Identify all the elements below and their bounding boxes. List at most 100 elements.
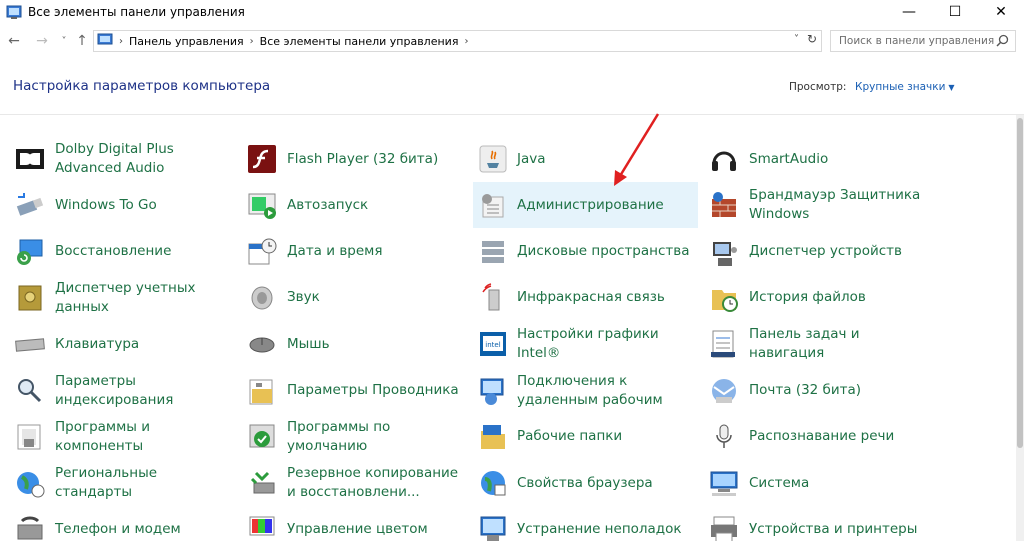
keyboard-icon — [14, 328, 46, 360]
control-panel-item-label: Диспетчер устройств — [749, 243, 903, 260]
dropdown-arrow-icon[interactable]: ▼ — [948, 83, 954, 92]
control-panel-item[interactable]: Клавиатура — [0, 321, 230, 367]
control-panel-item[interactable]: Windows To Go — [0, 182, 230, 228]
control-panel-item[interactable]: Диспетчер учетных данных — [0, 275, 230, 321]
indexing-icon — [14, 375, 46, 407]
microphone-icon — [708, 421, 740, 453]
address-row: ← → ˅ ↑ › Панель управления › Все элемен… — [0, 28, 1024, 54]
control-panel-item[interactable]: Устранение неполадок — [473, 506, 698, 541]
page-title: Настройка параметров компьютера — [13, 78, 271, 94]
control-panel-item[interactable]: Система — [694, 460, 924, 506]
view-mode-dropdown[interactable]: Крупные значки ▼ — [855, 81, 955, 93]
control-panel-item-label: Свойства браузера — [517, 474, 653, 491]
control-panel-item[interactable]: Java — [473, 136, 698, 182]
control-panel-item[interactable]: Программы по умолчанию — [232, 414, 462, 460]
control-panel-item-label: Дата и время — [287, 243, 383, 260]
control-panel-item[interactable]: Подключения к удаленным рабочим — [473, 368, 698, 414]
control-panel-item[interactable]: Управление цветом — [232, 506, 462, 541]
forward-button[interactable]: → — [32, 30, 52, 52]
troubleshooting-icon — [477, 513, 509, 541]
control-panel-item[interactable]: Региональные стандарты — [0, 460, 230, 506]
address-dropdown-icon[interactable]: ˅ — [794, 34, 799, 45]
control-panel-item-label: Программы по умолчанию — [287, 418, 391, 454]
folder-options-icon — [246, 375, 278, 407]
control-panel-item[interactable]: Параметры Проводника — [232, 368, 462, 414]
up-button[interactable]: ↑ — [72, 30, 92, 52]
control-panel-item[interactable]: Диспетчер устройств — [694, 229, 924, 275]
default-programs-icon — [246, 421, 278, 453]
control-panel-item-label: Рабочие папки — [517, 428, 623, 445]
breadcrumb-separator[interactable]: › — [464, 36, 468, 47]
control-panel-item[interactable]: Дисковые пространства — [473, 229, 698, 275]
printer-icon — [708, 513, 740, 541]
control-panel-item[interactable]: Рабочие папки — [473, 414, 698, 460]
control-panel-item-label: Программы и компоненты — [55, 418, 151, 454]
control-panel-item[interactable]: Параметры индексирования — [0, 368, 230, 414]
control-panel-item-label: Региональные стандарты — [55, 465, 158, 501]
search-input[interactable] — [839, 35, 999, 47]
control-panel-item-label: Устранение неполадок — [517, 520, 682, 537]
control-panel-item[interactable]: Распознавание речи — [694, 414, 924, 460]
control-panel-item[interactable]: Звук — [232, 275, 462, 321]
taskbar-icon — [708, 328, 740, 360]
control-panel-item-label: Панель задач и навигация — [749, 326, 860, 362]
scrollbar-thumb[interactable] — [1017, 118, 1023, 448]
admin-tools-icon — [477, 189, 509, 221]
view-label: Просмотр: — [789, 81, 847, 93]
breadcrumb-separator[interactable]: › — [119, 36, 123, 47]
address-bar[interactable]: › Панель управления › Все элементы панел… — [93, 30, 822, 52]
back-button[interactable]: ← — [4, 30, 24, 52]
control-panel-item[interactable]: Почта (32 бита) — [694, 368, 924, 414]
search-box[interactable] — [830, 30, 1016, 52]
breadcrumb-separator[interactable]: › — [250, 36, 254, 47]
control-panel-item-label: Клавиатура — [55, 335, 140, 352]
title-bar: Все элементы панели управления — ☐ ✕ — [0, 0, 1024, 24]
control-panel-item[interactable]: Автозапуск — [232, 182, 462, 228]
search-icon[interactable] — [996, 34, 1009, 50]
control-panel-item[interactable]: Администрирование — [473, 182, 698, 229]
intel-graphics-icon: intel — [477, 328, 509, 360]
speaker-icon — [246, 282, 278, 314]
control-panel-item[interactable]: intel Настройки графики Intel® — [473, 321, 698, 367]
control-panel-item-label: Инфракрасная связь — [517, 289, 665, 306]
control-panel-item[interactable]: Свойства браузера — [473, 460, 698, 506]
control-panel-item[interactable]: Резервное копирование и восстановлени... — [232, 460, 462, 506]
globe-clock-icon — [14, 467, 46, 499]
control-panel-item[interactable]: Мышь — [232, 321, 462, 367]
control-panel-item-label: Телефон и модем — [55, 520, 181, 537]
control-panel-item-label: Управление цветом — [287, 520, 428, 537]
control-panel-item-label: Устройства и принтеры — [749, 520, 918, 537]
control-panel-item-label: Подключения к удаленным рабочим — [517, 372, 663, 408]
control-panel-item-label: Диспетчер учетных данных — [55, 279, 196, 315]
control-panel-item[interactable]: Инфракрасная связь — [473, 275, 698, 321]
control-panel-item[interactable]: SmartAudio — [694, 136, 924, 182]
control-panel-item-label: История файлов — [749, 289, 866, 306]
view-mode-value[interactable]: Крупные значки — [855, 81, 945, 93]
control-panel-item[interactable]: Dolby Digital Plus Advanced Audio — [0, 136, 230, 182]
firewall-icon — [708, 189, 740, 221]
minimize-button[interactable]: — — [886, 0, 932, 24]
control-panel-item[interactable]: Восстановление — [0, 229, 230, 275]
breadcrumb-control-panel[interactable]: Панель управления — [129, 35, 244, 48]
phone-modem-icon — [14, 513, 46, 541]
control-panel-item-label: Администрирование — [517, 196, 664, 213]
dolby-icon — [14, 143, 46, 175]
infrared-icon — [477, 282, 509, 314]
control-panel-item[interactable]: Устройства и принтеры — [694, 506, 924, 541]
storage-spaces-icon — [477, 236, 509, 268]
header-row: Настройка параметров компьютера Просмотр… — [0, 74, 1024, 100]
control-panel-item[interactable]: Программы и компоненты — [0, 414, 230, 460]
control-panel-item[interactable]: Панель задач и навигация — [694, 321, 924, 367]
control-panel-item-label: SmartAudio — [749, 150, 829, 167]
control-panel-item[interactable]: Flash Player (32 бита) — [232, 136, 462, 182]
refresh-icon[interactable]: ↻ — [807, 32, 817, 46]
recent-locations-button[interactable]: ˅ — [54, 30, 74, 52]
control-panel-item[interactable]: Дата и время — [232, 229, 462, 275]
maximize-button[interactable]: ☐ — [932, 0, 978, 24]
close-button[interactable]: ✕ — [978, 0, 1024, 24]
control-panel-item[interactable]: История файлов — [694, 275, 924, 321]
control-panel-item[interactable]: Телефон и модем — [0, 506, 230, 541]
breadcrumb-all-items[interactable]: Все элементы панели управления — [260, 35, 459, 48]
control-panel-item[interactable]: Брандмауэр Защитника Windows — [694, 182, 924, 228]
control-panel-icon — [6, 4, 22, 20]
